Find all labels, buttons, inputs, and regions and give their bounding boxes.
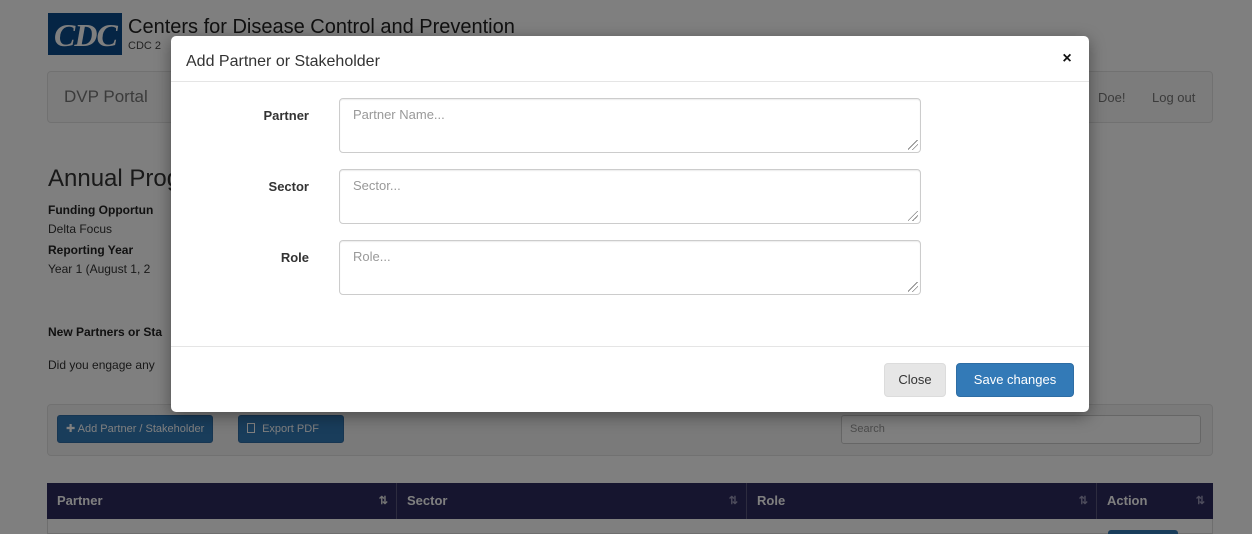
sector-label: Sector <box>268 179 309 194</box>
sector-field[interactable]: Sector... <box>339 169 921 224</box>
role-placeholder: Role... <box>353 249 391 264</box>
close-button[interactable]: Close <box>884 363 946 397</box>
role-field[interactable]: Role... <box>339 240 921 295</box>
resize-grip-icon[interactable] <box>908 282 918 292</box>
add-partner-modal: Add Partner or Stakeholder × Partner Par… <box>171 36 1089 412</box>
resize-grip-icon[interactable] <box>908 140 918 150</box>
close-icon[interactable]: × <box>1059 50 1075 68</box>
partner-field[interactable]: Partner Name... <box>339 98 921 153</box>
partner-label: Partner <box>263 108 309 123</box>
resize-grip-icon[interactable] <box>908 211 918 221</box>
save-changes-button[interactable]: Save changes <box>956 363 1074 397</box>
modal-footer: Close Save changes <box>171 346 1089 412</box>
partner-placeholder: Partner Name... <box>353 107 445 122</box>
role-label: Role <box>280 250 309 265</box>
sector-placeholder: Sector... <box>353 178 401 193</box>
modal-title: Add Partner or Stakeholder <box>186 53 380 70</box>
modal-header: Add Partner or Stakeholder × <box>171 36 1089 82</box>
